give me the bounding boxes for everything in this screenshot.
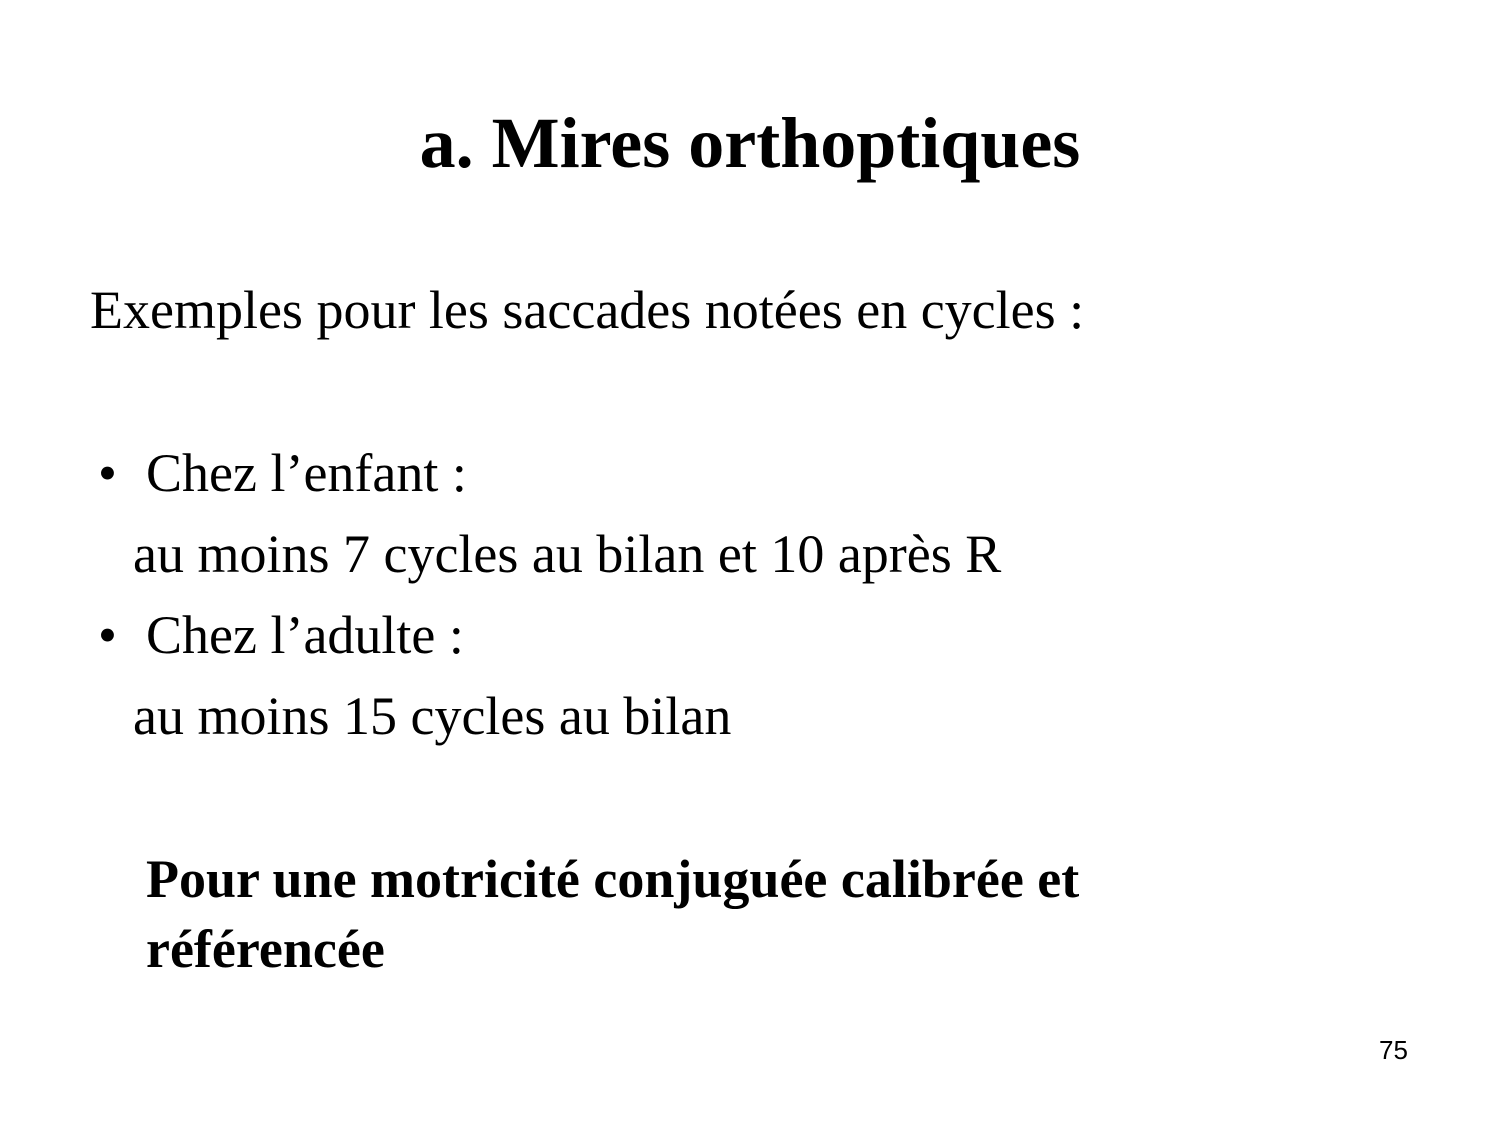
bullet-marker: • <box>98 443 117 503</box>
slide: a. Mires orthoptiques Exemples pour les … <box>0 0 1500 1125</box>
conclusion-text: Pour une motricité conjuguée calibrée et… <box>146 849 1080 979</box>
bullet-item-adult: • Chez l’adulte : <box>98 603 464 667</box>
bullet-detail-adult: au moins 15 cycles au bilan <box>133 686 732 746</box>
bullet-label: Chez l’enfant : <box>146 443 467 503</box>
slide-title: a. Mires orthoptiques <box>419 103 1081 183</box>
intro-text: Exemples pour les saccades notées en cyc… <box>90 280 1085 340</box>
bullet-marker: • <box>98 605 117 665</box>
page-number: 75 <box>1379 1035 1408 1065</box>
bullet-detail-child: au moins 7 cycles au bilan et 10 après R <box>133 524 1002 584</box>
bullet-label: Chez l’adulte : <box>146 605 464 665</box>
bullet-item-child: • Chez l’enfant : <box>98 441 467 505</box>
